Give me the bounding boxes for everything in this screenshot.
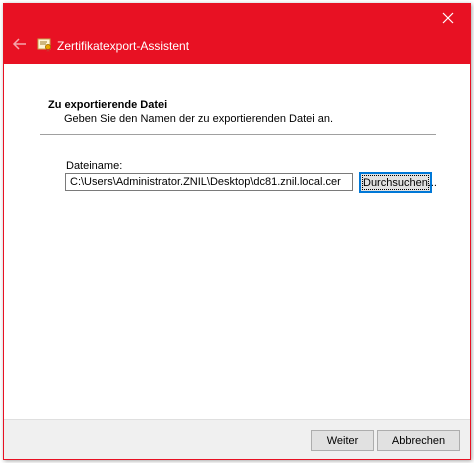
title-bar: Zertifikatexport-Assistent	[4, 4, 470, 64]
window-title: Zertifikatexport-Assistent	[57, 39, 190, 53]
divider	[40, 134, 436, 135]
section-description: Geben Sie den Namen der zu exportierende…	[64, 113, 334, 125]
filename-input[interactable]	[65, 173, 353, 191]
browse-button[interactable]: Durchsuchen...	[359, 172, 437, 193]
wizard-footer: Weiter Abbrechen	[4, 419, 470, 459]
cancel-button[interactable]: Abbrechen	[377, 430, 460, 451]
filename-label: Dateiname:	[66, 160, 123, 172]
certificate-icon	[37, 36, 53, 52]
close-button[interactable]	[440, 10, 456, 26]
wizard-content: Zu exportierende Datei Geben Sie den Nam…	[4, 64, 470, 419]
next-button[interactable]: Weiter	[311, 430, 374, 451]
browse-button-label: Durchsuchen...	[362, 175, 437, 190]
wizard-window: Zertifikatexport-Assistent Zu exportiere…	[3, 3, 471, 460]
section-title: Zu exportierende Datei	[48, 99, 168, 111]
back-button[interactable]	[12, 36, 28, 52]
arrow-left-icon	[12, 38, 26, 50]
close-icon	[442, 12, 454, 24]
